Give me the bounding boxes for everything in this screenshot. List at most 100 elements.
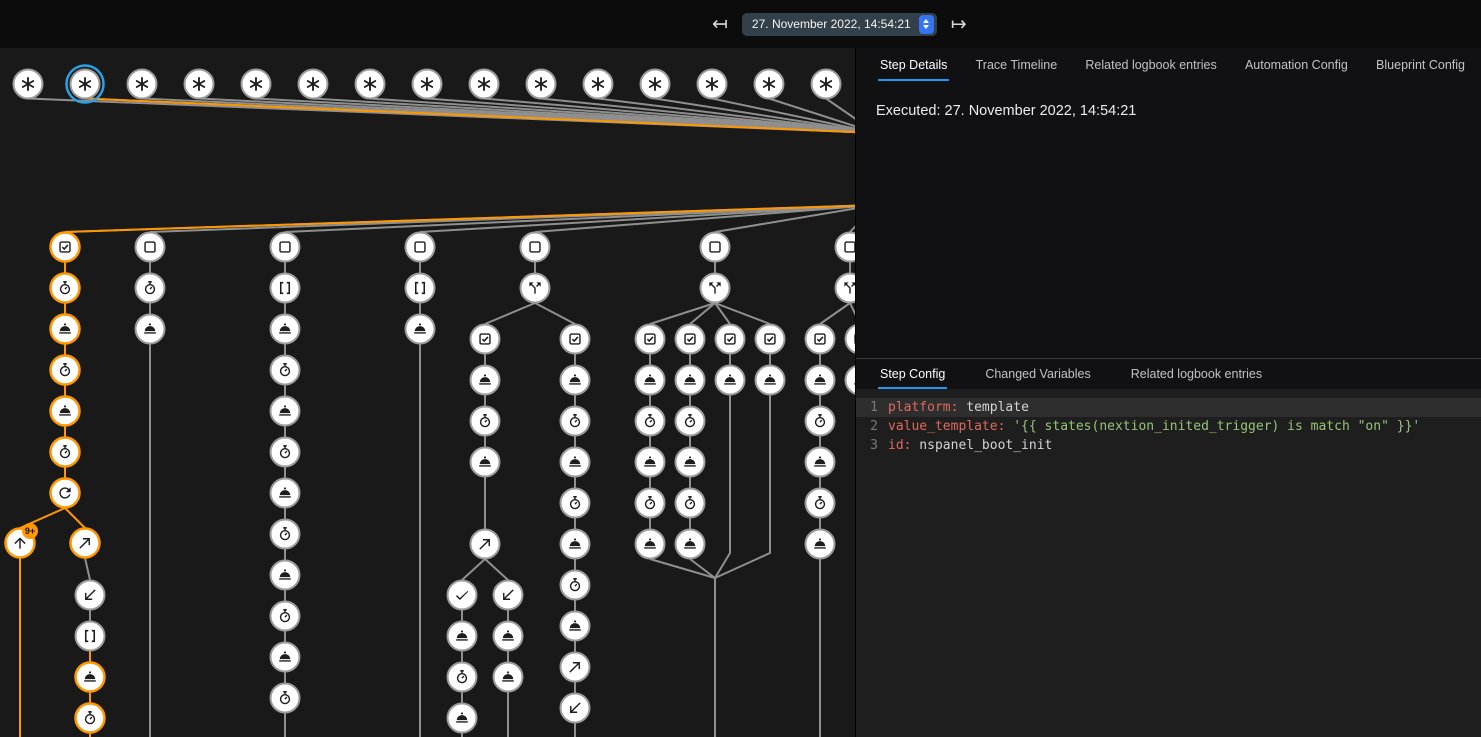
trace-node-branch[interactable] [561, 653, 590, 682]
trace-node-dome[interactable] [636, 366, 665, 395]
previous-trace-button[interactable]: ↤ [712, 15, 728, 34]
trace-node-dome[interactable] [271, 479, 300, 508]
trace-graph-pane[interactable]: 9+ [0, 48, 855, 737]
trace-node-dome[interactable] [76, 663, 105, 692]
trace-node-trigger[interactable] [413, 70, 442, 99]
trace-node-dome[interactable] [561, 366, 590, 395]
trace-node-trigger[interactable] [356, 70, 385, 99]
trace-node-dome[interactable] [494, 663, 523, 692]
trace-node-timer[interactable] [471, 407, 500, 436]
trace-node-timer[interactable] [448, 663, 477, 692]
tab-related-logbook-entries[interactable]: Related logbook entries [1129, 359, 1264, 389]
trace-node-dome[interactable] [676, 530, 705, 559]
trace-node-check-square[interactable] [846, 325, 856, 354]
trace-node-arrow-dl[interactable] [561, 694, 590, 723]
trace-node-square[interactable] [521, 233, 550, 262]
trace-node-timer[interactable] [561, 571, 590, 600]
trace-node-dome[interactable] [561, 448, 590, 477]
trace-node-timer[interactable] [136, 274, 165, 303]
trace-node-timer[interactable] [51, 356, 80, 385]
trace-node-dome[interactable] [271, 561, 300, 590]
trace-node-trigger[interactable] [527, 70, 556, 99]
trace-node-branch[interactable] [71, 529, 100, 558]
tab-blueprint-config[interactable]: Blueprint Config [1374, 48, 1467, 81]
trace-node-dome[interactable] [806, 366, 835, 395]
trace-node-timer[interactable] [561, 489, 590, 518]
trace-node-dome[interactable] [806, 530, 835, 559]
trace-node-dome[interactable] [136, 315, 165, 344]
trace-node-brackets[interactable] [76, 622, 105, 651]
trace-node-trigger[interactable] [67, 66, 104, 103]
trace-node-square[interactable] [701, 233, 730, 262]
trace-node-square[interactable] [136, 233, 165, 262]
trace-node-dome[interactable] [448, 622, 477, 651]
trace-node-check-square[interactable] [806, 325, 835, 354]
trace-node-dome[interactable] [51, 315, 80, 344]
trace-node-fork[interactable] [701, 274, 730, 303]
yaml-code-editor[interactable]: 1platform: template2value_template: '{{ … [856, 389, 1481, 737]
trace-node-dome[interactable] [561, 530, 590, 559]
trace-node-dome[interactable] [471, 366, 500, 395]
trace-node-square[interactable] [271, 233, 300, 262]
trace-node-dome[interactable] [271, 397, 300, 426]
trace-node-trigger[interactable] [185, 70, 214, 99]
trace-node-dome[interactable] [406, 315, 435, 344]
trace-node-trigger[interactable] [812, 70, 841, 99]
trace-node-dome[interactable] [756, 366, 785, 395]
trace-graph[interactable]: 9+ [0, 48, 855, 737]
trace-node-timer[interactable] [271, 684, 300, 713]
trace-node-trigger[interactable] [698, 70, 727, 99]
trace-node-timer[interactable] [676, 407, 705, 436]
trace-node-arrow-up[interactable]: 9+ [6, 523, 39, 558]
trace-node-check[interactable] [448, 581, 477, 610]
tab-related-logbook-entries[interactable]: Related logbook entries [1083, 48, 1218, 81]
trace-node-check-square[interactable] [471, 325, 500, 354]
trace-node-brackets[interactable] [406, 274, 435, 303]
trace-node-timer[interactable] [806, 489, 835, 518]
next-trace-button[interactable]: ↦ [951, 15, 967, 34]
trace-node-dome[interactable] [271, 315, 300, 344]
trace-node-fork[interactable] [521, 274, 550, 303]
tab-changed-variables[interactable]: Changed Variables [983, 359, 1092, 389]
trace-node-check-square[interactable] [716, 325, 745, 354]
trace-node-trigger[interactable] [470, 70, 499, 99]
trace-node-trigger[interactable] [299, 70, 328, 99]
trace-select[interactable]: 27. November 2022, 14:54:21 [742, 13, 937, 36]
trace-node-dome[interactable] [561, 612, 590, 641]
trace-node-trigger[interactable] [14, 70, 43, 99]
trace-node-check-square[interactable] [756, 325, 785, 354]
trace-node-trigger[interactable] [755, 70, 784, 99]
trace-node-check-square[interactable] [676, 325, 705, 354]
tab-step-details[interactable]: Step Details [878, 48, 949, 81]
trace-node-timer[interactable] [76, 704, 105, 733]
trace-node-dome[interactable] [636, 448, 665, 477]
trace-node-trigger[interactable] [641, 70, 670, 99]
trace-node-dome[interactable] [636, 530, 665, 559]
trace-node-dome[interactable] [676, 448, 705, 477]
trace-node-dome[interactable] [846, 366, 856, 395]
trace-node-trigger[interactable] [128, 70, 157, 99]
trace-node-dome[interactable] [676, 366, 705, 395]
trace-node-fork[interactable] [836, 274, 856, 303]
trace-node-timer[interactable] [271, 438, 300, 467]
trace-node-check-square[interactable] [636, 325, 665, 354]
trace-node-square[interactable] [836, 233, 856, 262]
trace-node-timer[interactable] [271, 602, 300, 631]
trace-node-timer[interactable] [51, 438, 80, 467]
trace-node-branch[interactable] [471, 530, 500, 559]
code-line[interactable]: 3id: nspanel_boot_init [856, 436, 1481, 455]
trace-node-dome[interactable] [494, 622, 523, 651]
code-line[interactable]: 2value_template: '{{ states(nextion_init… [856, 417, 1481, 436]
trace-node-timer[interactable] [636, 489, 665, 518]
trace-node-timer[interactable] [271, 520, 300, 549]
trace-node-dome[interactable] [51, 397, 80, 426]
trace-node-timer[interactable] [676, 489, 705, 518]
trace-node-trigger[interactable] [584, 70, 613, 99]
trace-node-timer[interactable] [271, 356, 300, 385]
trace-node-dome[interactable] [271, 643, 300, 672]
trace-node-dome[interactable] [716, 366, 745, 395]
tab-trace-timeline[interactable]: Trace Timeline [974, 48, 1060, 81]
tab-step-config[interactable]: Step Config [878, 359, 947, 389]
trace-node-dome[interactable] [471, 448, 500, 477]
trace-node-check-square[interactable] [561, 325, 590, 354]
